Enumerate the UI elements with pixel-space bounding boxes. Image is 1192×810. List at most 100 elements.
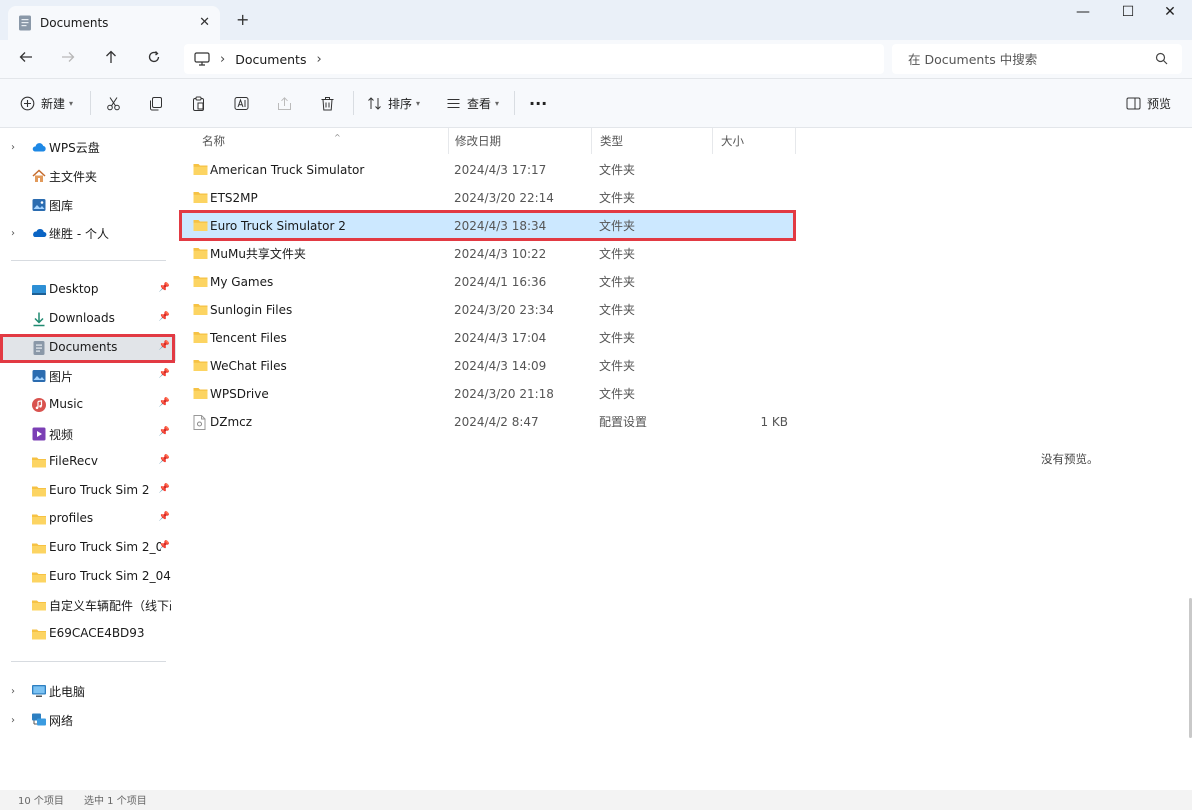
divider	[353, 91, 354, 115]
sidebar-item-this-pc[interactable]: › 此电脑	[0, 678, 176, 704]
table-row[interactable]: Sunlogin Files 2024/3/20 23:34 文件夹	[180, 297, 795, 323]
up-button[interactable]	[101, 49, 121, 69]
video-icon	[32, 427, 46, 441]
chevron-right-icon[interactable]: ›	[220, 52, 225, 67]
search-input[interactable]	[906, 50, 1150, 68]
sidebar-item-label: WPS云盘	[49, 141, 100, 155]
sidebar-item-desktop[interactable]: Desktop 📌	[0, 277, 176, 303]
sidebar-item-home[interactable]: 主文件夹	[0, 163, 176, 189]
item-count: 10 个项目	[18, 796, 64, 807]
sidebar-item-gallery[interactable]: 图库	[0, 192, 176, 218]
sidebar-item-profiles[interactable]: profiles 📌	[0, 506, 176, 532]
table-row[interactable]: MuMu共享文件夹 2024/4/3 10:22 文件夹	[180, 241, 795, 267]
refresh-icon	[148, 51, 160, 63]
sidebar-item-network[interactable]: › 网络	[0, 707, 176, 733]
file-date: 2024/4/3 17:04	[454, 331, 547, 345]
back-button[interactable]	[16, 49, 36, 69]
file-type: 文件夹	[599, 191, 636, 205]
pin-icon[interactable]: 📌	[159, 312, 170, 322]
new-button[interactable]: 新建 ▾	[20, 93, 73, 113]
delete-button[interactable]	[320, 93, 335, 113]
pin-icon[interactable]: 📌	[159, 369, 170, 379]
address-field[interactable]: › Documents ›	[184, 44, 884, 74]
sidebar-item-videos[interactable]: 视频 📌	[0, 421, 176, 447]
pin-icon[interactable]: 📌	[159, 512, 170, 522]
folder-icon	[193, 332, 208, 343]
sidebar-item-downloads[interactable]: Downloads 📌	[0, 306, 176, 332]
table-row-selected[interactable]: Euro Truck Simulator 2 2024/4/3 18:34 文件…	[180, 213, 795, 239]
column-header-size[interactable]: 大小	[713, 128, 796, 154]
pin-icon[interactable]: 📌	[159, 541, 170, 551]
sidebar-item-label: Euro Truck Sim 2_04-01-	[49, 569, 171, 583]
music-icon	[32, 398, 46, 412]
chevron-right-icon[interactable]: ›	[11, 142, 15, 153]
sidebar-item-euro-truck-sim-2-04[interactable]: Euro Truck Sim 2_04-01-	[0, 564, 176, 590]
file-date: 2024/3/20 22:14	[454, 191, 554, 205]
file-date: 2024/3/20 21:18	[454, 387, 554, 401]
search-icon[interactable]	[1155, 52, 1168, 65]
pin-icon[interactable]: 📌	[159, 341, 170, 351]
forward-button[interactable]	[58, 49, 78, 69]
pin-icon[interactable]: 📌	[159, 283, 170, 293]
sidebar-item-label: Music	[49, 397, 84, 411]
folder-icon	[193, 248, 208, 259]
sidebar-item-music[interactable]: Music 📌	[0, 392, 176, 418]
sidebar-item-label: FileRecv	[49, 454, 98, 468]
pin-icon[interactable]: 📌	[159, 398, 170, 408]
column-header-date[interactable]: 修改日期	[447, 128, 592, 154]
sidebar-item-custom-parts[interactable]: 自定义车辆配件（线下改装	[0, 592, 176, 618]
table-row[interactable]: ETS2MP 2024/3/20 22:14 文件夹	[180, 185, 795, 211]
more-options-button[interactable]: ···	[529, 93, 547, 113]
sidebar-item-label: 图库	[49, 199, 74, 213]
pin-icon[interactable]: 📌	[159, 455, 170, 465]
maximize-button[interactable]: ☐	[1113, 4, 1143, 24]
table-row[interactable]: Tencent Files 2024/4/3 17:04 文件夹	[180, 325, 795, 351]
chevron-right-icon[interactable]: ›	[11, 715, 15, 726]
sidebar-item-filerecv[interactable]: FileRecv 📌	[0, 449, 176, 475]
sidebar-item-onedrive[interactable]: › 继胜 - 个人	[0, 220, 176, 246]
title-bar: Documents ✕ + — ☐ ✕	[0, 0, 1192, 40]
paste-button[interactable]	[191, 93, 206, 113]
column-header-type[interactable]: 类型	[592, 128, 713, 154]
chevron-right-icon[interactable]: ›	[11, 228, 15, 239]
sidebar-item-documents[interactable]: Documents 📌	[0, 335, 176, 361]
sidebar-item-label: Downloads	[49, 311, 115, 325]
table-row[interactable]: American Truck Simulator 2024/4/3 17:17 …	[180, 157, 795, 183]
preview-pane-button[interactable]: 预览	[1126, 93, 1171, 113]
back-arrow-icon	[19, 52, 32, 62]
table-row[interactable]: My Games 2024/4/1 16:36 文件夹	[180, 269, 795, 295]
sort-button[interactable]: 排序 ▾	[367, 93, 420, 113]
tab-close-icon[interactable]: ✕	[199, 15, 210, 30]
sidebar-item-e69cace4bd93[interactable]: E69CACE4BD93	[0, 621, 176, 647]
rename-button[interactable]	[234, 93, 249, 113]
minimize-button[interactable]: —	[1068, 4, 1098, 24]
file-type: 配置设置	[599, 415, 648, 429]
sidebar-item-euro-truck-sim-2-03[interactable]: Euro Truck Sim 2_03- 📌	[0, 535, 176, 561]
share-button[interactable]	[277, 93, 292, 113]
cut-button[interactable]	[106, 93, 121, 113]
chevron-right-icon[interactable]: ›	[11, 686, 15, 697]
table-row[interactable]: WeChat Files 2024/4/3 14:09 文件夹	[180, 353, 795, 379]
tab-documents[interactable]: Documents ✕	[8, 6, 220, 40]
folder-icon	[32, 486, 46, 497]
view-button[interactable]: 查看 ▾	[446, 93, 499, 113]
breadcrumb-documents[interactable]: Documents	[235, 52, 306, 67]
folder-icon	[193, 388, 208, 399]
pin-icon[interactable]: 📌	[159, 484, 170, 494]
close-window-button[interactable]: ✕	[1155, 4, 1185, 24]
table-row[interactable]: WPSDrive 2024/3/20 21:18 文件夹	[180, 381, 795, 407]
config-file-icon	[193, 415, 206, 430]
pin-icon[interactable]: 📌	[159, 427, 170, 437]
copy-button[interactable]	[148, 93, 163, 113]
sidebar-item-euro-truck-sim-2[interactable]: Euro Truck Sim 2 📌	[0, 478, 176, 504]
new-tab-button[interactable]: +	[236, 10, 249, 29]
chevron-right-icon[interactable]: ›	[316, 52, 321, 67]
column-header-name[interactable]: 名称 ^	[194, 128, 449, 154]
folder-icon	[193, 220, 208, 231]
table-row[interactable]: DZmcz 2024/4/2 8:47 配置设置 1 KB	[180, 409, 795, 435]
paste-icon	[193, 96, 204, 111]
sidebar-item-pictures[interactable]: 图片 📌	[0, 363, 176, 389]
sidebar-item-wps-cloud[interactable]: › WPS云盘	[0, 134, 176, 160]
refresh-button[interactable]	[144, 49, 164, 69]
search-box[interactable]	[892, 44, 1182, 74]
